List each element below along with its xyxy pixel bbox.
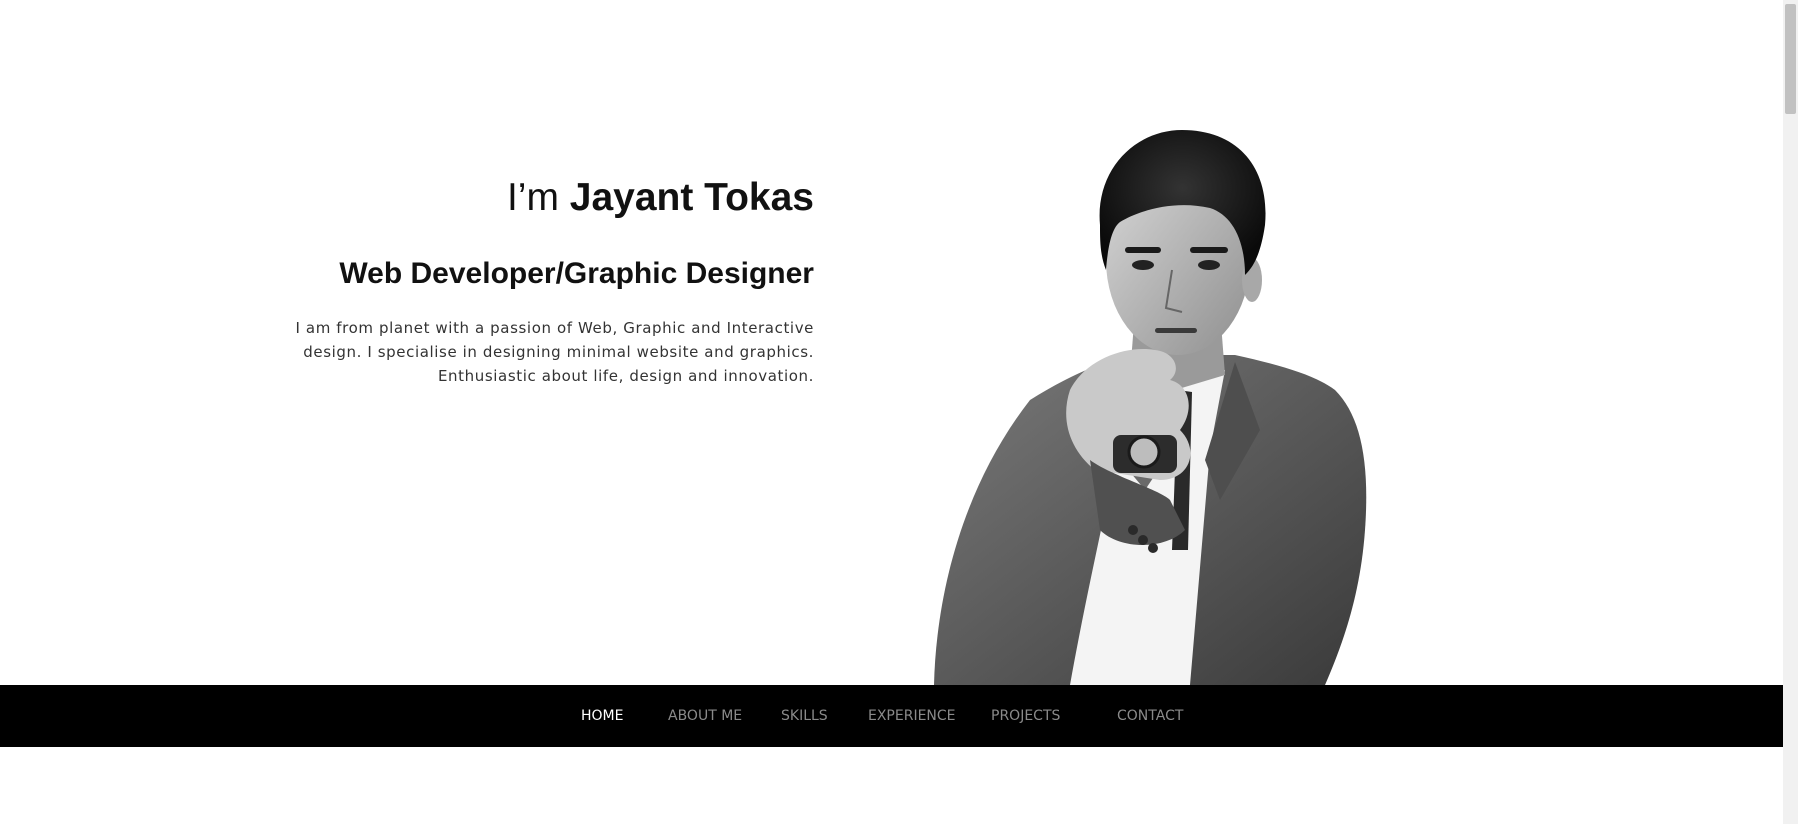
nav-item-experience[interactable]: EXPERIENCE	[868, 685, 956, 747]
role-heading: Web Developer/Graphic Designer	[339, 257, 814, 290]
nav-item-contact[interactable]: CONTACT	[1117, 685, 1183, 747]
bio-text: I am from planet with a passion of Web, …	[295, 319, 814, 385]
intro-block: I’m Jayant Tokas Web Developer/Graphic D…	[294, 170, 814, 388]
name-text: Jayant Tokas	[569, 176, 814, 219]
nav-item-skills[interactable]: SKILLS	[781, 685, 828, 747]
page: I’m Jayant Tokas Web Developer/Graphic D…	[0, 0, 1798, 824]
nav-item-projects[interactable]: PROJECTS	[991, 685, 1060, 747]
vertical-scrollbar[interactable]	[1783, 0, 1798, 824]
greeting-heading: I’m Jayant Tokas	[294, 170, 814, 226]
hero-section: I’m Jayant Tokas Web Developer/Graphic D…	[0, 0, 1783, 685]
nav-item-home[interactable]: HOME	[581, 685, 623, 747]
main-navbar: HOME ABOUT ME SKILLS EXPERIENCE PROJECTS…	[0, 685, 1783, 747]
scrollbar-thumb[interactable]	[1785, 4, 1796, 114]
person-portrait-icon	[934, 130, 1367, 685]
nav-list: HOME ABOUT ME SKILLS EXPERIENCE PROJECTS…	[0, 685, 1783, 747]
nav-item-about-me[interactable]: ABOUT ME	[668, 685, 742, 747]
viewport: I’m Jayant Tokas Web Developer/Graphic D…	[0, 0, 1783, 824]
greeting-prefix: I’m	[506, 176, 570, 219]
